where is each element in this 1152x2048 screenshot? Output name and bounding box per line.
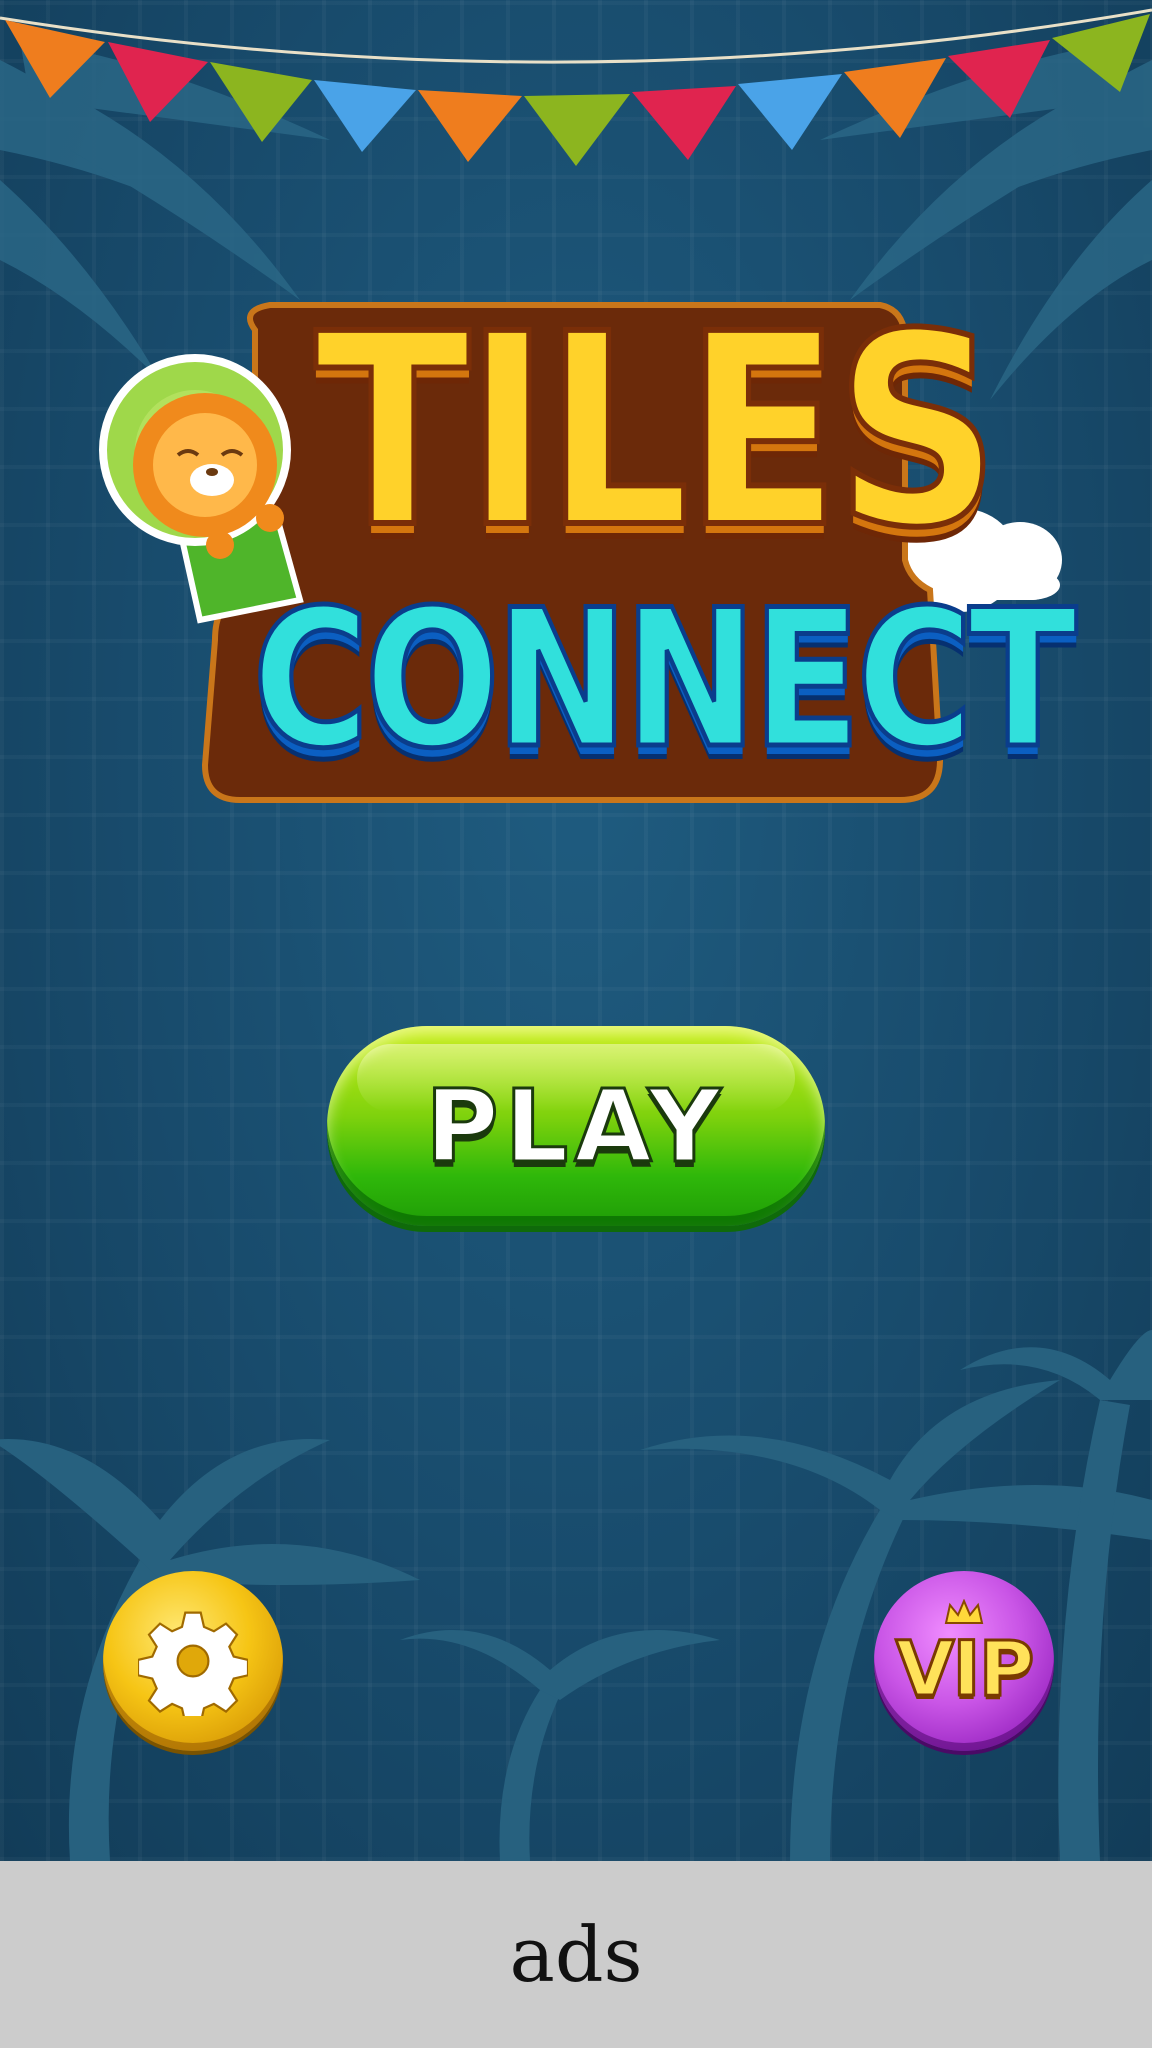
- logo-title-tiles: TILES: [312, 278, 1002, 586]
- settings-button[interactable]: [103, 1571, 283, 1751]
- game-logo: TILES CONNECT: [0, 0, 1152, 900]
- play-button[interactable]: PLAY: [327, 1026, 825, 1226]
- vip-button[interactable]: VIP: [874, 1571, 1054, 1751]
- game-screen: TILES CONNECT PLAY VIP: [0, 0, 1152, 1861]
- crown-icon: [944, 1599, 984, 1624]
- ad-banner-label: ads: [509, 1910, 643, 1999]
- logo-title-connect: CONNECT: [250, 569, 1079, 790]
- gear-icon: [138, 1611, 248, 1716]
- play-button-label: PLAY: [424, 1066, 727, 1186]
- ad-banner[interactable]: ads: [0, 1861, 1152, 2048]
- vip-button-label: VIP: [894, 1622, 1036, 1714]
